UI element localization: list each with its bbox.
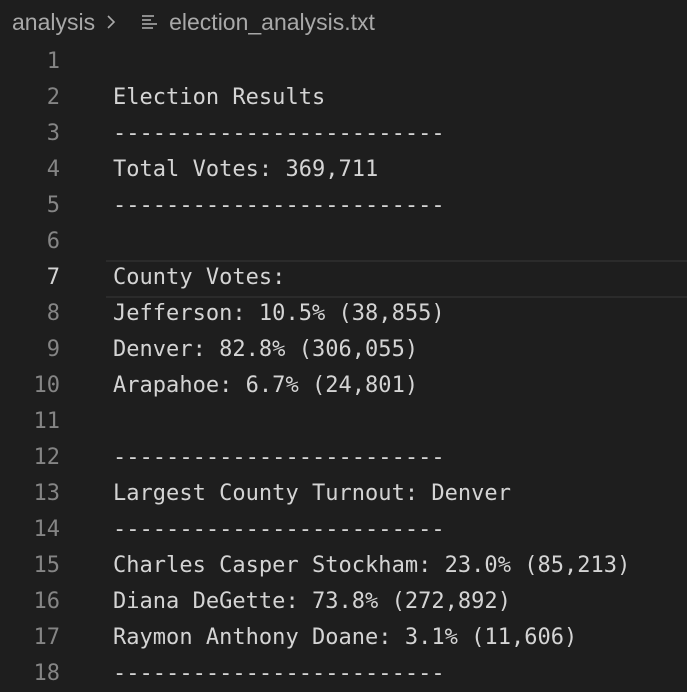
line-number: 3 xyxy=(46,121,60,146)
line-text[interactable]: Jefferson: 10.5% (38,855) xyxy=(113,296,445,332)
text-editor[interactable]: 1 2 Election Results 3 -----------------… xyxy=(0,44,687,692)
editor-line[interactable]: 14 ------------------------- xyxy=(0,512,687,548)
editor-line[interactable]: 10 Arapahoe: 6.7% (24,801) xyxy=(0,368,687,404)
line-text[interactable]: Largest County Turnout: Denver xyxy=(113,476,511,512)
line-number: 11 xyxy=(33,409,61,434)
line-text[interactable]: Charles Casper Stockham: 23.0% (85,213) xyxy=(113,548,630,584)
editor-line-active[interactable]: 7 County Votes: xyxy=(0,260,687,296)
chevron-right-icon xyxy=(105,13,117,31)
line-number: 10 xyxy=(33,373,61,398)
line-text[interactable]: ------------------------- xyxy=(113,188,445,224)
line-number: 17 xyxy=(33,625,61,650)
text-file-icon xyxy=(141,14,159,30)
editor-line[interactable]: 12 ------------------------- xyxy=(0,440,687,476)
line-number: 15 xyxy=(33,553,61,578)
line-number: 8 xyxy=(46,301,60,326)
line-text[interactable]: Raymon Anthony Doane: 3.1% (11,606) xyxy=(113,620,577,656)
editor-line[interactable]: 17 Raymon Anthony Doane: 3.1% (11,606) xyxy=(0,620,687,656)
editor-line[interactable]: 18 ------------------------- xyxy=(0,656,687,692)
editor-line[interactable]: 8 Jefferson: 10.5% (38,855) xyxy=(0,296,687,332)
line-text[interactable]: Total Votes: 369,711 xyxy=(113,152,378,188)
editor-line[interactable]: 2 Election Results xyxy=(0,80,687,116)
line-number: 6 xyxy=(46,229,60,254)
breadcrumb: analysis election_analysis.txt xyxy=(0,0,687,44)
line-text[interactable]: ------------------------- xyxy=(113,116,445,152)
breadcrumb-folder[interactable]: analysis xyxy=(12,9,95,36)
line-number: 1 xyxy=(46,49,60,74)
line-text[interactable]: ------------------------- xyxy=(113,656,445,692)
breadcrumb-file[interactable]: election_analysis.txt xyxy=(169,9,375,36)
editor-line[interactable]: 16 Diana DeGette: 73.8% (272,892) xyxy=(0,584,687,620)
editor-line[interactable]: 9 Denver: 82.8% (306,055) xyxy=(0,332,687,368)
editor-line[interactable]: 3 ------------------------- xyxy=(0,116,687,152)
editor-line[interactable]: 5 ------------------------- xyxy=(0,188,687,224)
line-text[interactable]: Denver: 82.8% (306,055) xyxy=(113,332,418,368)
line-text[interactable]: ------------------------- xyxy=(113,440,445,476)
editor-line[interactable]: 13 Largest County Turnout: Denver xyxy=(0,476,687,512)
line-number: 4 xyxy=(46,157,60,182)
line-number: 2 xyxy=(46,85,60,110)
editor-line[interactable]: 11 xyxy=(0,404,687,440)
line-number: 14 xyxy=(33,517,61,542)
line-text[interactable]: ------------------------- xyxy=(113,512,445,548)
line-number: 18 xyxy=(33,661,61,686)
line-number: 12 xyxy=(33,445,61,470)
editor-line[interactable]: 4 Total Votes: 369,711 xyxy=(0,152,687,188)
editor-line[interactable]: 1 xyxy=(0,44,687,80)
line-text[interactable]: Diana DeGette: 73.8% (272,892) xyxy=(113,584,511,620)
line-text[interactable]: County Votes: xyxy=(113,260,285,296)
line-number: 13 xyxy=(33,481,61,506)
line-number: 9 xyxy=(46,337,60,362)
line-text[interactable]: Arapahoe: 6.7% (24,801) xyxy=(113,368,418,404)
editor-line[interactable]: 15 Charles Casper Stockham: 23.0% (85,21… xyxy=(0,548,687,584)
line-text[interactable]: Election Results xyxy=(113,80,325,116)
line-number: 16 xyxy=(33,589,61,614)
editor-line[interactable]: 6 xyxy=(0,224,687,260)
line-number: 5 xyxy=(46,193,60,218)
line-number: 7 xyxy=(46,265,60,290)
